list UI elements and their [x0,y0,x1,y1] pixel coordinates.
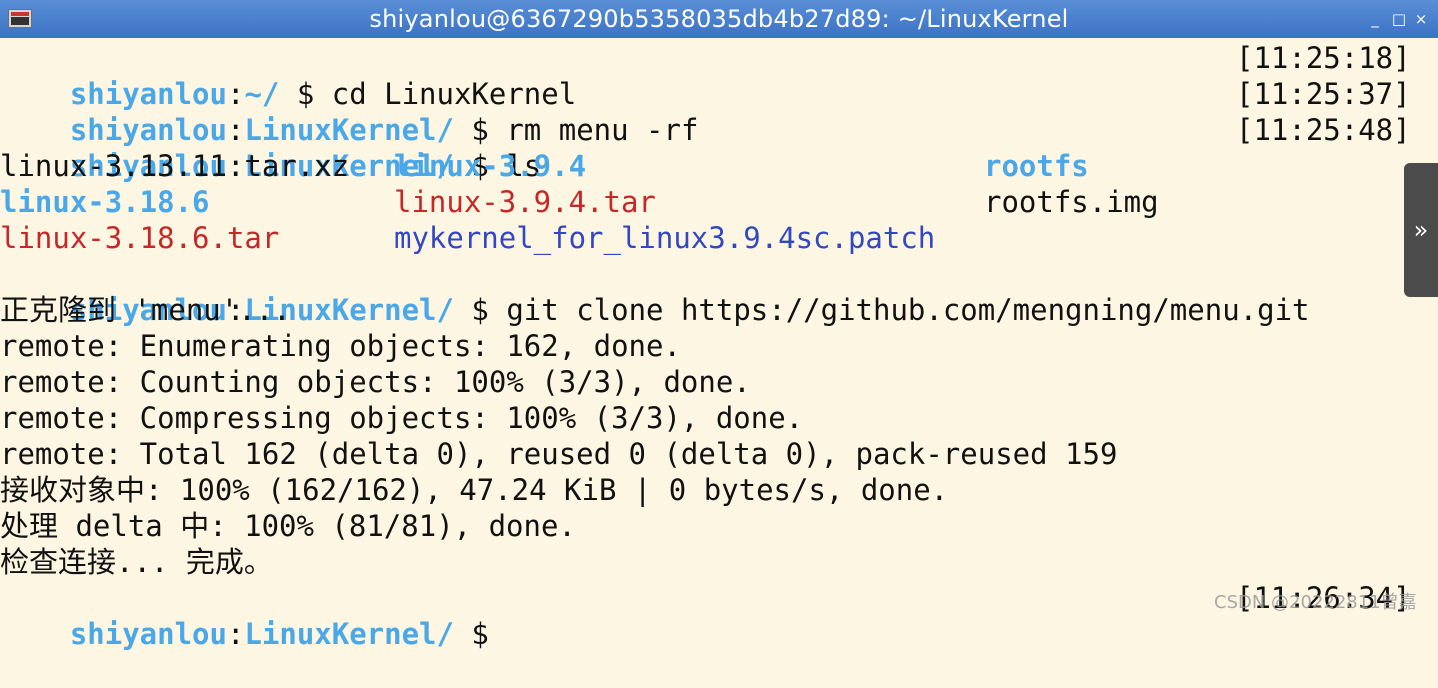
output-line: 接收对象中: 100% (162/162), 47.24 KiB | 0 byt… [0,473,949,507]
ls-patch: mykernel_for_linux3.9.4sc.patch [394,221,936,255]
ls-row: linux-3.13.11.tar.xz [0,148,349,184]
timestamp: [11:25:48] [1236,113,1411,147]
side-panel-toggle-button[interactable]: » [1404,163,1438,297]
close-button[interactable]: × [1412,10,1430,28]
prompt-colon: : [226,617,245,651]
ls-archive: linux-3.9.4.tar [394,185,656,219]
ls-dir: linux-3.9.4 [394,149,587,183]
output-line: 检查连接... 完成。 [0,545,273,579]
minimize-button[interactable]: _ [1366,10,1384,28]
terminal-output[interactable]: shiyanlou:~/ $ cd LinuxKernel [11:25:18]… [0,40,1438,651]
timestamp: [11:25:18] [1236,41,1411,75]
ls-dir: linux-3.18.6 [0,185,210,219]
output-line: 处理 delta 中: 100% (81/81), done. [0,509,576,543]
prompt-line: shiyanlou:LinuxKernel/ $ ls [0,112,541,183]
output-line: 正克隆到 'menu'... [0,293,291,327]
prompt-user: shiyanlou [69,617,227,651]
ls-archive: linux-3.18.6.tar [0,221,280,255]
ls-file: linux-3.13.11.tar.xz [0,149,350,183]
prompt-line: shiyanlou:LinuxKernel/ $ git clone https… [0,256,1310,327]
prompt-path: LinuxKernel/ [244,617,454,651]
prompt-line: shiyanlou:LinuxKernel/ $ [0,580,489,651]
prompt-dollar: $ [453,617,489,651]
output-line: remote: Counting objects: 100% (3/3), do… [0,365,751,399]
prompt-dollar: $ [453,293,489,327]
prompt-line: shiyanlou:~/ $ cd LinuxKernel [0,40,576,111]
ls-dir: rootfs [984,149,1089,183]
watermark: CSDN @20222811曾嘉 [1214,592,1417,613]
output-line: remote: Compressing objects: 100% (3/3),… [0,401,804,435]
output-line: remote: Total 162 (delta 0), reused 0 (d… [0,437,1118,471]
prompt-line: shiyanlou:LinuxKernel/ $ rm menu -rf [0,76,699,147]
ls-file: rootfs.img [984,185,1159,219]
output-line: remote: Enumerating objects: 162, done. [0,329,681,363]
timestamp: [11:25:37] [1236,77,1411,111]
title-bar: shiyanlou@6367290b5358035db4b27d89: ~/Li… [0,0,1438,38]
window-title: shiyanlou@6367290b5358035db4b27d89: ~/Li… [369,5,1069,33]
maximize-button[interactable]: □ [1390,10,1408,28]
command-text: git clone https://github.com/mengning/me… [488,293,1310,327]
